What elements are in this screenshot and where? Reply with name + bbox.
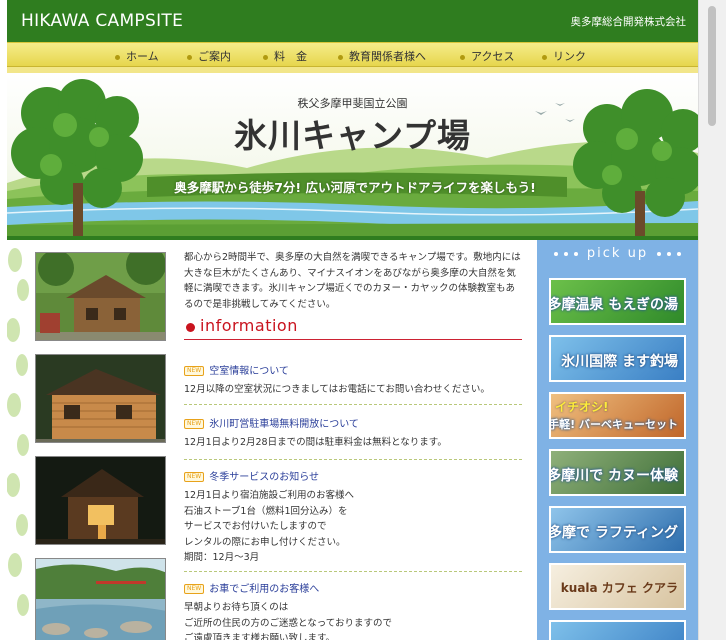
hero-banner: 秩父多摩甲斐国立公園 氷川キャンプ場 奥多摩駅から徒歩7分! 広い河原でアウトド… (7, 73, 698, 236)
news-body-line: レンタルの際にお申し付けください。 (184, 536, 346, 548)
news-title-link[interactable]: 冬季サービスのお知らせ (209, 472, 319, 483)
pickup-label: kuala カフェ クアラ (560, 581, 678, 595)
news-divider (184, 571, 522, 572)
photo-cabin (35, 252, 166, 341)
pickup-label: 氷川国際 ます釣場 (561, 354, 678, 370)
news-item: NEW お車でご利用のお客様へ 早朝よりお待ち頂くのは ご近所の住民の方のご迷惑と… (184, 580, 522, 640)
nav-access[interactable]: アクセス (460, 48, 514, 64)
new-badge: NEW (184, 366, 205, 376)
news-body-line: 期間：12月〜3月 (184, 552, 260, 563)
news-item: NEW 氷川町営駐車場無料開放について 12月1日より2月28日までの間は駐車料金… (184, 415, 522, 451)
bullet-icon (338, 54, 343, 60)
new-badge: NEW (184, 419, 205, 429)
photo-night-cabin (35, 456, 166, 545)
intro-text: 都心から2時間半で、奥多摩の大自然を満喫できるキャンプ場です。敷地内には大きな巨… (184, 252, 521, 310)
scrollbar[interactable] (698, 0, 726, 640)
bullet-icon (460, 54, 465, 60)
bullet-icon (263, 54, 268, 60)
nav-label: ホーム (126, 50, 159, 63)
scrollbar-thumb[interactable] (708, 6, 716, 126)
new-badge: NEW (184, 584, 205, 594)
bullet-icon (187, 54, 192, 60)
bullet-icon (542, 54, 547, 60)
news-title-link[interactable]: 空室情報について (209, 366, 289, 377)
photo-river (35, 558, 166, 640)
pickup-banner-rafting[interactable]: 奥多摩で ラフティング (549, 506, 686, 553)
pickup-banner-fishing[interactable]: 氷川国際 ます釣場 (549, 335, 686, 382)
news-item: NEW 空室情報について 12月以降の空室状況につきましてはお電話にてお問い合わせ… (184, 362, 522, 398)
news-body-line: 12月以降の空室状況につきましてはお電話にてお問い合わせください。 (184, 384, 490, 395)
pickup-label: 奥多摩で ラフティング (549, 525, 678, 541)
news-body-line: ご近所の住民の方のご迷惑となっておりますので (184, 617, 392, 629)
dot-icon (657, 251, 662, 256)
news-title-link[interactable]: お車でご利用のお客様へ (209, 584, 319, 595)
pickup-sub: イチオシ! (555, 400, 609, 414)
dot-icon (667, 251, 672, 256)
header-bar: HIKAWA CAMPSITE 奥多摩総合開発株式会社 (7, 0, 698, 42)
information-header: information (184, 316, 522, 340)
pickup-label: お手軽! バーベキューセット (549, 418, 678, 431)
dot-icon (553, 251, 558, 256)
pickup-banner-bbq[interactable]: イチオシ! お手軽! バーベキューセット (549, 392, 686, 439)
news-title-link[interactable]: 氷川町営駐車場無料開放について (209, 419, 359, 430)
page: HIKAWA CAMPSITE 奥多摩総合開発株式会社 ホーム ご案内 料 金 … (0, 0, 726, 640)
news-body-line: 12月1日より2月28日までの間は駐車料金は無料となります。 (184, 437, 447, 448)
pickup-label: 多摩川で カヌー体験 (549, 468, 678, 484)
pickup-banner-cafe[interactable]: kuala カフェ クアラ (549, 563, 686, 610)
pickup-banner-canoe[interactable]: 多摩川で カヌー体験 (549, 449, 686, 496)
nav-label: アクセス (471, 50, 515, 63)
pickup-label: 奥多摩温泉 もえぎの湯 (551, 297, 678, 313)
news-body-line: 石油ストーブ1台（燃料1回分込み）を (184, 505, 348, 517)
news-body-line: 早朝よりお待ち頂くのは (184, 602, 289, 613)
main-nav: ホーム ご案内 料 金 教育関係者様へ アクセス リンク (7, 42, 698, 67)
leaf-decoration (7, 248, 29, 616)
bullet-icon (115, 54, 120, 60)
dot-icon (563, 251, 568, 256)
nav-fees[interactable]: 料 金 (263, 48, 307, 64)
news-divider (184, 459, 522, 460)
banner-tagline: 奥多摩駅から徒歩7分! 広い河原でアウトドアライフを楽しもう! (174, 180, 536, 195)
site-title[interactable]: HIKAWA CAMPSITE (21, 11, 183, 31)
news-divider (184, 404, 522, 405)
photo-log-house (35, 354, 166, 443)
news-body-line: ご遠慮頂きます様お願い致します。 (184, 633, 336, 640)
news-item: NEW 冬季サービスのお知らせ 12月1日より宿泊施設ご利用のお客様へ 石油ストー… (184, 468, 522, 566)
dot-icon (677, 251, 682, 256)
company-name: 奥多摩総合開発株式会社 (570, 16, 687, 28)
news-body-line: 12月1日より宿泊施設ご利用のお客様へ (184, 490, 354, 501)
campsite-name: 氷川キャンプ場 (233, 116, 471, 155)
information-title: information (200, 316, 298, 335)
pickup-heading: pick up (537, 246, 698, 261)
pickup-banner-more[interactable] (549, 620, 686, 640)
nav-home[interactable]: ホーム (115, 48, 159, 64)
main-content: 都心から2時間半で、奥多摩の大自然を満喫できるキャンプ場です。敷地内には大きな巨… (184, 250, 522, 312)
news-body-line: サービスでお付けいたしますので (184, 521, 327, 532)
pickup-heading-text: pick up (586, 246, 649, 261)
nav-links[interactable]: リンク (542, 48, 586, 64)
dot-icon (573, 251, 578, 256)
nav-label: リンク (553, 50, 586, 63)
red-dot-icon (186, 323, 195, 332)
nav-label: 料 金 (274, 50, 307, 63)
site-frame: HIKAWA CAMPSITE 奥多摩総合開発株式会社 ホーム ご案内 料 金 … (7, 0, 698, 640)
pickup-banner-onsen[interactable]: 奥多摩温泉 もえぎの湯 (549, 278, 686, 325)
new-badge: NEW (184, 472, 205, 482)
nav-educators[interactable]: 教育関係者様へ (338, 48, 426, 64)
nav-label: ご案内 (198, 50, 231, 63)
nav-label: 教育関係者様へ (349, 50, 426, 63)
pickup-sidebar: pick up 奥多摩温泉 もえぎの湯 氷川国際 ます釣場 イチオシ! お手軽!… (537, 240, 698, 640)
nav-guide[interactable]: ご案内 (187, 48, 231, 64)
